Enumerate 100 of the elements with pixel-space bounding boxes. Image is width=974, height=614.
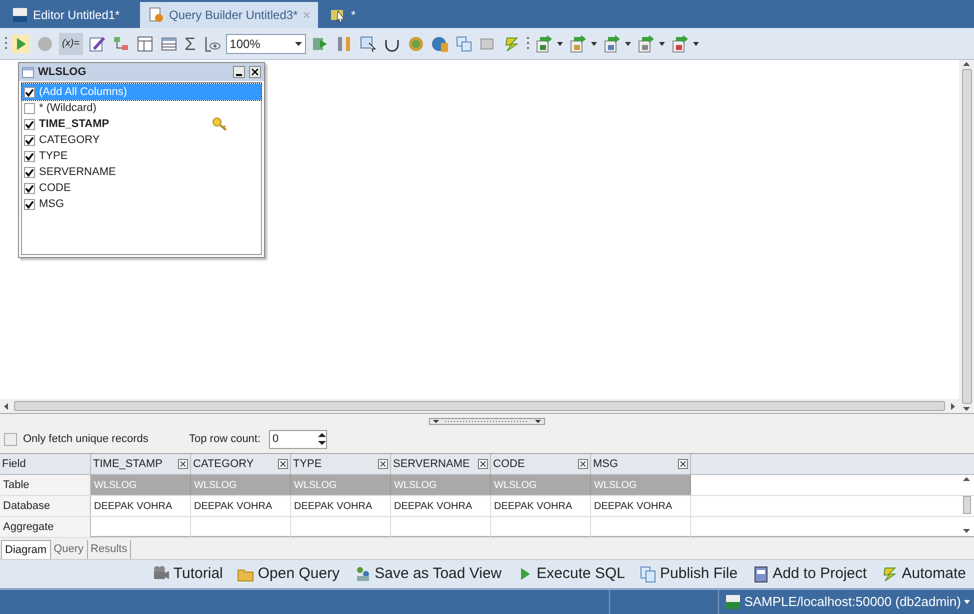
top-row-count-spinner[interactable]: 0 xyxy=(268,430,327,448)
tab[interactable]: Query Builder Untitled3* xyxy=(140,2,318,28)
action-link[interactable]: Add to Project xyxy=(752,562,867,586)
column-header: MSG xyxy=(591,454,691,474)
horizontal-scrollbar[interactable] xyxy=(0,399,959,413)
column-item[interactable]: TYPE xyxy=(22,148,261,164)
checkbox[interactable] xyxy=(24,134,35,146)
remove-column-icon[interactable] xyxy=(278,459,288,469)
column-header: SERVERNAME xyxy=(391,454,491,474)
row-header: Table xyxy=(0,475,91,495)
documents-icon xyxy=(639,565,658,583)
column-header: TYPE xyxy=(291,454,391,474)
dropdown-arrow-icon xyxy=(964,600,970,604)
column-header: CODE xyxy=(491,454,591,474)
scroll-right-icon xyxy=(951,402,955,410)
minimize-icon[interactable] xyxy=(233,66,245,78)
table-cell: DEEPAK VOHRA xyxy=(91,496,191,516)
action-link[interactable]: Tutorial xyxy=(152,562,223,586)
edit-icon[interactable] xyxy=(88,34,106,52)
zoom-dropdown[interactable]: 100% xyxy=(226,34,306,54)
column-header: Field xyxy=(0,454,91,474)
column-item[interactable]: * (Wildcard) xyxy=(22,100,261,116)
variables-button[interactable]: (x)= xyxy=(59,32,82,54)
remove-column-icon[interactable] xyxy=(578,459,588,469)
checkbox[interactable] xyxy=(24,102,35,114)
tab[interactable]: Editor Untitled1* xyxy=(4,2,136,28)
checkbox[interactable] xyxy=(24,198,35,210)
action-link[interactable]: Automate xyxy=(880,562,966,586)
run-icon[interactable] xyxy=(12,34,30,52)
dropdown-arrow-icon xyxy=(590,42,597,46)
checkbox[interactable] xyxy=(24,118,35,130)
field-label: Top row count: xyxy=(189,432,261,447)
scroll-left-icon xyxy=(4,402,8,410)
table-cell: WLSLOG xyxy=(91,475,191,495)
action-link[interactable]: Execute SQL xyxy=(516,562,626,586)
checkbox[interactable] xyxy=(4,432,17,446)
remove-column-icon[interactable] xyxy=(178,459,188,469)
remove-column-icon[interactable] xyxy=(678,459,688,469)
lightning-icon xyxy=(880,565,899,583)
grip-icon xyxy=(526,36,529,52)
tab[interactable]: Query xyxy=(50,540,88,559)
dropdown-arrow-icon xyxy=(624,42,631,46)
scroll-up-icon xyxy=(963,62,970,66)
checkbox-label: Only fetch unique records xyxy=(23,432,150,447)
spinner-arrows-icon xyxy=(318,432,326,446)
eye-icon[interactable] xyxy=(202,34,221,52)
project-icon xyxy=(752,565,770,583)
table-cell: WLSLOG xyxy=(291,475,391,495)
table-cell: DEEPAK VOHRA xyxy=(391,496,491,516)
remove-column-icon[interactable] xyxy=(478,459,488,469)
column-item[interactable]: CODE xyxy=(22,180,261,196)
sum-button[interactable]: Σ xyxy=(182,32,198,54)
table-cell: WLSLOG xyxy=(491,475,591,495)
action-link[interactable]: Publish File xyxy=(639,562,738,586)
row-header: Database xyxy=(0,496,91,516)
tab[interactable]: Diagram xyxy=(1,540,51,559)
column-header: TIME_STAMP xyxy=(91,454,191,474)
remove-column-icon[interactable] xyxy=(378,459,388,469)
tab[interactable]: Results xyxy=(88,540,132,559)
column-item[interactable]: CATEGORY xyxy=(22,132,261,148)
column-item[interactable]: MSG xyxy=(22,196,261,212)
tree-icon[interactable] xyxy=(112,34,130,52)
checkbox[interactable] xyxy=(24,86,35,98)
table-cell: DEEPAK VOHRA xyxy=(491,496,591,516)
column-item[interactable]: TIME_STAMP xyxy=(22,116,261,132)
grip-icon xyxy=(4,36,7,52)
scroll-down-icon xyxy=(963,407,970,411)
wizard-icon xyxy=(330,7,346,23)
checkbox[interactable] xyxy=(24,182,35,194)
check-icon xyxy=(25,88,34,96)
checkbox[interactable] xyxy=(24,166,35,178)
action-link[interactable]: Open Query xyxy=(236,562,340,586)
splitter-handle-icon[interactable] xyxy=(429,418,545,424)
column-item[interactable]: SERVERNAME xyxy=(22,164,261,180)
table-cell: DEEPAK VOHRA xyxy=(591,496,691,516)
checkbox[interactable] xyxy=(24,150,35,162)
table-cell: WLSLOG xyxy=(391,475,491,495)
dropdown-arrow-icon xyxy=(556,42,563,46)
dropdown-arrow-icon xyxy=(658,42,665,46)
scroll-down-icon xyxy=(963,529,970,533)
table-icon xyxy=(22,66,34,78)
column-header: CATEGORY xyxy=(191,454,291,474)
document-icon xyxy=(148,7,164,23)
dropdown-arrow-icon xyxy=(294,42,302,46)
table-cell: WLSLOG xyxy=(591,475,691,495)
table-title: WLSLOG xyxy=(38,64,88,80)
select-icon[interactable] xyxy=(358,34,377,52)
vertical-scrollbar[interactable] xyxy=(959,60,974,413)
lightning-icon[interactable] xyxy=(502,34,521,52)
tab[interactable]: * xyxy=(322,2,364,28)
scroll-up-icon xyxy=(963,477,970,481)
copy-icon[interactable] xyxy=(454,34,473,52)
close-icon[interactable] xyxy=(249,66,261,78)
key-icon xyxy=(212,117,228,131)
table-cell: DEEPAK VOHRA xyxy=(291,496,391,516)
table-icon[interactable] xyxy=(160,34,178,52)
table-cell: DEEPAK VOHRA xyxy=(191,496,291,516)
action-link[interactable]: Save as Toad View xyxy=(354,562,502,586)
vertical-scrollbar[interactable] xyxy=(960,475,973,535)
columns-icon[interactable] xyxy=(136,34,154,52)
